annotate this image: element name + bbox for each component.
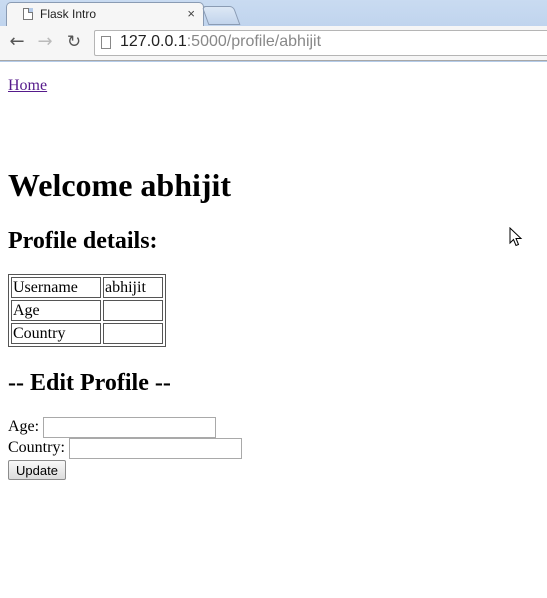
country-input[interactable] [68, 438, 242, 459]
url-host: 127.0.0.1 [120, 33, 187, 50]
mouse-cursor-icon [509, 227, 523, 247]
table-cell-value [103, 300, 163, 321]
address-bar[interactable]: 127.0.0.1:5000/profile/abhijit [94, 30, 547, 56]
browser-tab[interactable]: Flask Intro × [6, 2, 204, 28]
tab-strip: Flask Intro × [0, 0, 547, 28]
welcome-heading: Welcome abhijit [8, 167, 232, 203]
age-input[interactable] [43, 417, 217, 438]
page-icon [101, 36, 111, 49]
age-row: Age: [8, 417, 217, 438]
update-button[interactable]: Update [8, 460, 66, 480]
edit-profile-heading: -- Edit Profile -- [8, 370, 171, 396]
url-text: 127.0.0.1:5000/profile/abhijit [120, 33, 321, 51]
table-row: Country [11, 323, 163, 344]
tab-close-icon[interactable]: × [187, 6, 195, 21]
back-arrow-icon[interactable]: ← [6, 31, 28, 53]
table-cell-value: abhijit [103, 277, 163, 298]
country-row: Country: [8, 438, 242, 459]
profile-details-heading: Profile details: [8, 228, 158, 254]
age-label: Age: [8, 418, 40, 436]
table-row: Age [11, 300, 163, 321]
new-tab-button[interactable] [201, 6, 241, 25]
table-cell-value [103, 323, 163, 344]
table-row: Username abhijit [11, 277, 163, 298]
page-icon [23, 8, 33, 20]
url-path: :5000/profile/abhijit [186, 33, 322, 50]
table-cell-label: Age [11, 300, 101, 321]
browser-chrome: Flask Intro × ← → ↻ 127.0.0.1:5000/profi… [0, 0, 547, 62]
forward-arrow-icon[interactable]: → [34, 31, 56, 53]
reload-icon[interactable]: ↻ [63, 31, 85, 53]
browser-toolbar: ← → ↻ 127.0.0.1:5000/profile/abhijit [0, 26, 547, 61]
profile-table: Username abhijit Age Country [8, 274, 166, 347]
tab-title: Flask Intro [40, 7, 97, 21]
country-label: Country: [8, 439, 65, 457]
home-link[interactable]: Home [8, 77, 47, 95]
table-cell-label: Username [11, 277, 101, 298]
table-cell-label: Country [11, 323, 101, 344]
